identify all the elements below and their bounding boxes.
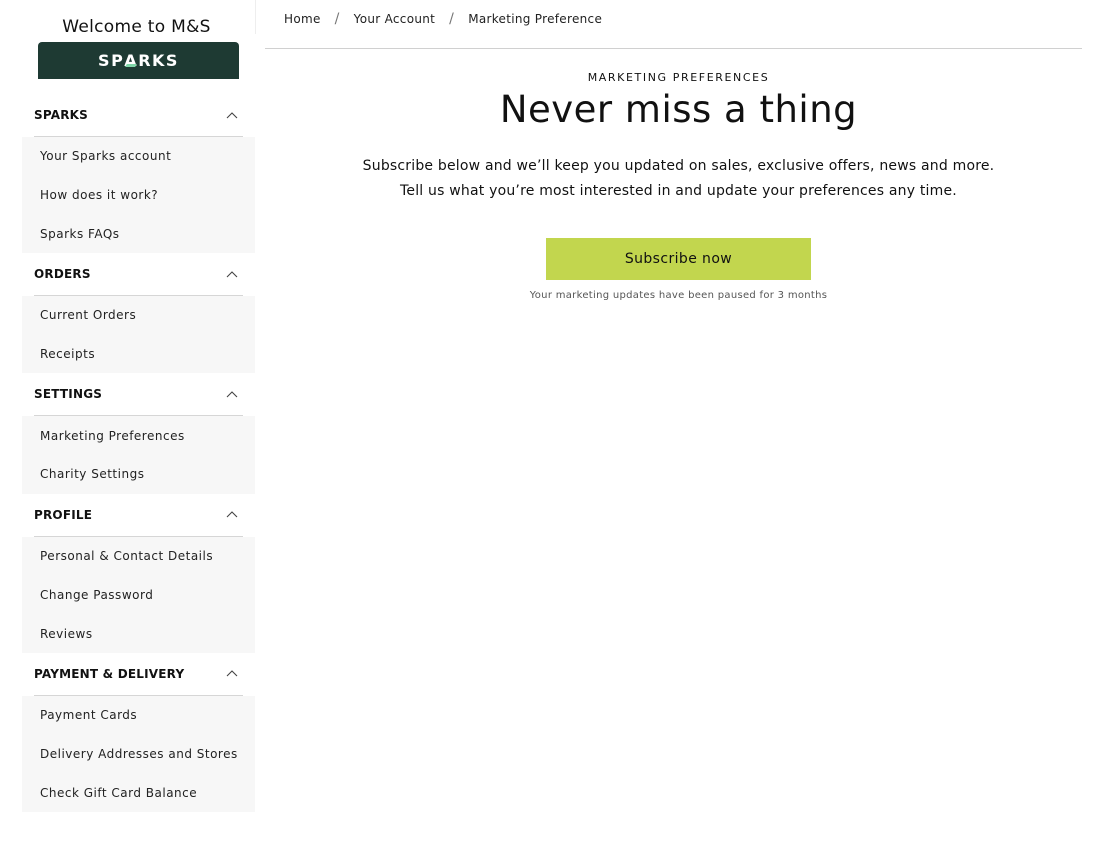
sidebar-section-header[interactable]: PROFILE [22, 493, 255, 536]
description: Subscribe below and we’ll keep you updat… [265, 154, 1092, 203]
breadcrumb-home[interactable]: Home [284, 12, 321, 26]
description-line-2: Tell us what you’re most interested in a… [400, 182, 957, 199]
sidebar-item[interactable]: Current Orders [22, 296, 255, 335]
sidebar-section-items: Your Sparks account How does it work? Spar… [22, 137, 255, 254]
chevron-up-icon[interactable] [225, 387, 239, 401]
page-title: Never miss a thing [499, 88, 858, 131]
sidebar-section-header[interactable]: PAYMENT & DELIVERY [22, 652, 255, 695]
sidebar-section-items: Current Orders Receipts [22, 296, 255, 374]
sidebar-section-header[interactable]: ORDERS [22, 253, 255, 296]
sidebar-section-title: SETTINGS [34, 387, 103, 402]
sidebar-item[interactable]: Receipts [22, 335, 255, 374]
sidebar-section-header[interactable]: SPARKS [22, 94, 255, 136]
sparks-logo-a-mark: A [124, 51, 139, 70]
sidebar-section-header[interactable]: SETTINGS [22, 373, 255, 416]
sidebar-item[interactable]: Your Sparks account [22, 137, 255, 176]
breadcrumb-current: Marketing Preference [468, 12, 603, 26]
sidebar-item[interactable]: Charity Settings [22, 455, 255, 494]
sidebar-item[interactable]: Change Password [22, 576, 255, 615]
paused-status-note: Your marketing updates have been paused … [529, 290, 828, 301]
sidebar-section-title: ORDERS [34, 267, 91, 282]
chevron-up-icon[interactable] [225, 508, 239, 522]
sidebar-item[interactable]: Marketing Preferences [22, 416, 255, 455]
sidebar-separator [255, 0, 256, 34]
sparks-logo[interactable]: SP A RKS [38, 42, 239, 79]
sidebar-item[interactable]: Check Gift Card Balance [22, 773, 255, 812]
breadcrumb-separator: / [334, 11, 340, 27]
sidebar-item[interactable]: Delivery Addresses and Stores [22, 735, 255, 774]
sidebar-item[interactable]: How does it work? [22, 176, 255, 215]
section-eyebrow: MARKETING PREFERENCES [587, 71, 770, 84]
sidebar-section-title: PAYMENT & DELIVERY [34, 666, 185, 681]
sparks-logo-text-end: RKS [138, 51, 179, 70]
sidebar-section-title: PROFILE [34, 507, 93, 522]
sidebar-section-items: Personal & Contact Details Change Passwor… [22, 536, 255, 653]
breadcrumb: Home / Your Account / Marketing Preferen… [284, 10, 602, 28]
sidebar-section-items: Marketing Preferences Charity Settings [22, 416, 255, 494]
marketing-preferences-panel: MARKETING PREFERENCES Never miss a thing… [265, 49, 1092, 301]
sidebar-item[interactable]: Personal & Contact Details [22, 537, 255, 576]
description-line-1: Subscribe below and we’ll keep you updat… [362, 158, 995, 174]
account-sidebar: Welcome to M&S SP A RKS SPARKS Your Sparks … [22, 0, 255, 812]
sidebar-item[interactable]: Reviews [22, 614, 255, 653]
sidebar-nav: SPARKS Your Sparks account How does it wor… [22, 94, 255, 812]
sidebar-section-title: SPARKS [34, 108, 89, 122]
welcome-heading: Welcome to M&S [62, 17, 211, 37]
breadcrumb-separator: / [449, 11, 455, 27]
sidebar-item[interactable]: Sparks FAQs [22, 214, 255, 253]
sidebar-section-items: Payment Cards Delivery Addresses and Stor… [22, 695, 255, 812]
subscribe-now-button[interactable]: Subscribe now [546, 238, 811, 280]
breadcrumb-your-account[interactable]: Your Account [354, 12, 435, 26]
chevron-up-icon[interactable] [225, 267, 239, 281]
chevron-up-icon[interactable] [225, 667, 239, 681]
chevron-up-icon[interactable] [225, 108, 239, 122]
sidebar-item[interactable]: Payment Cards [22, 696, 255, 735]
sparks-logo-text-start: SP [98, 51, 125, 70]
